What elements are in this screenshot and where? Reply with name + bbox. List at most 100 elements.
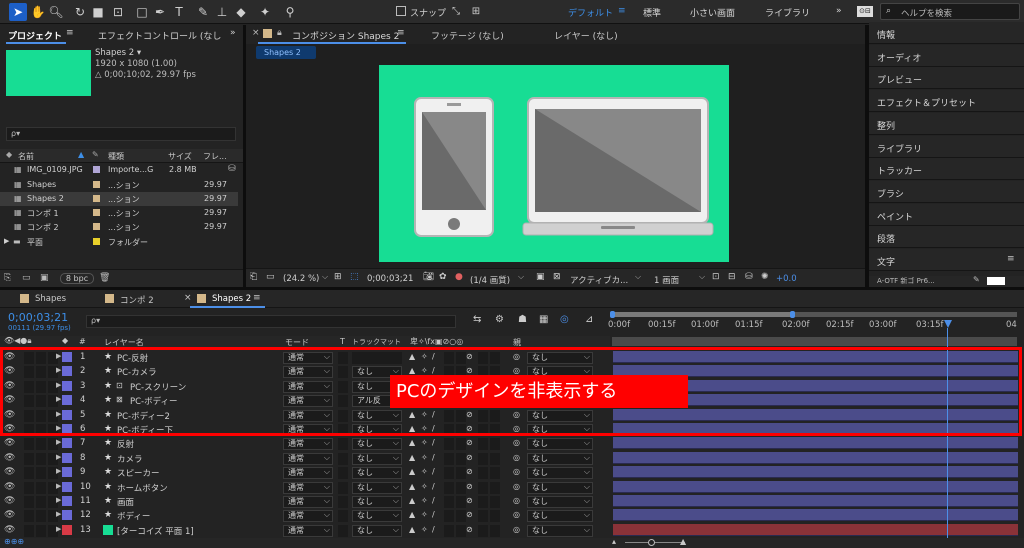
rotate-tool-icon[interactable]: ↻ xyxy=(71,3,89,21)
audio-toggle[interactable] xyxy=(24,496,34,508)
timeline-search-input[interactable]: ρ▾ xyxy=(86,315,456,328)
blend-mode-dropdown[interactable]: 通常 xyxy=(283,452,333,465)
blend-mode-dropdown[interactable]: 通常 xyxy=(283,438,333,451)
workspace-standard[interactable]: 標準 xyxy=(643,6,661,19)
parent-dropdown[interactable]: なし xyxy=(527,467,593,480)
label-color-swatch[interactable] xyxy=(93,181,100,188)
visibility-eye-icon[interactable]: 👁︎ xyxy=(4,453,15,463)
toggle-pixel-aspect-icon[interactable]: ⊡ xyxy=(712,272,720,282)
audio-toggle[interactable] xyxy=(24,467,34,480)
layer-duration-bar[interactable] xyxy=(613,437,1018,450)
parent-pickwhip-icon[interactable]: ◎ xyxy=(513,525,520,534)
layer-label-color[interactable] xyxy=(62,496,72,506)
layer-row[interactable]: 👁︎ ▶ 12 ★ ボディー 通常 なし ▲ ✧ / ⊘ ◎ なし xyxy=(0,508,1024,523)
tab-effect-controls[interactable]: エフェクトコントロール (なし xyxy=(98,29,221,42)
solo-toggle[interactable] xyxy=(36,510,46,523)
3d-switch[interactable] xyxy=(490,481,500,494)
3d-switch[interactable] xyxy=(490,510,500,523)
layer-label-color[interactable] xyxy=(62,467,72,478)
workspace-small-screen[interactable]: 小さい画面 xyxy=(690,6,735,19)
blend-mode-dropdown[interactable]: 通常 xyxy=(283,496,333,508)
navigator-end-handle[interactable] xyxy=(790,311,795,318)
parent-dropdown[interactable]: なし xyxy=(527,452,593,465)
column-name[interactable]: 名前 xyxy=(18,151,34,162)
fill-color-swatch[interactable] xyxy=(987,277,1005,285)
right-panel-item[interactable]: オーディオ xyxy=(869,44,1024,67)
expand-arrow-icon[interactable]: ▶ xyxy=(56,496,61,504)
effects-switch[interactable] xyxy=(444,510,454,523)
graph-editor-icon[interactable]: ⊿ xyxy=(585,314,593,325)
preserve-transparency-toggle[interactable] xyxy=(338,438,348,451)
lock-icon[interactable]: 🔒︎ xyxy=(277,28,282,38)
parent-dropdown[interactable]: なし xyxy=(527,524,593,537)
solo-toggle[interactable] xyxy=(36,496,46,508)
timeline-current-time[interactable]: 0;00;03;21 xyxy=(8,311,68,324)
collapse-switch-icon[interactable]: ✧ xyxy=(421,525,428,534)
layer-duration-bar[interactable] xyxy=(613,495,1018,507)
time-navigator-handle[interactable] xyxy=(612,312,792,317)
comp-mini-flowchart-icon[interactable]: ⇆ xyxy=(473,314,481,325)
shy-switch-icon[interactable]: ▲ xyxy=(409,453,415,462)
effects-switch[interactable] xyxy=(444,438,454,451)
right-panel-item[interactable]: トラッカー xyxy=(869,158,1024,181)
motion-blur-switch-icon[interactable]: ⊘ xyxy=(466,453,473,462)
visibility-eye-icon[interactable]: 👁︎ xyxy=(4,482,15,492)
frame-blend-switch[interactable] xyxy=(456,467,466,480)
visibility-eye-icon[interactable]: 👁︎ xyxy=(4,467,15,477)
quality-switch-icon[interactable]: / xyxy=(432,453,435,462)
snap-options-icon[interactable]: ⤡ xyxy=(447,3,465,21)
collapse-switch-icon[interactable]: ✧ xyxy=(421,467,428,476)
effects-switch[interactable] xyxy=(444,524,454,537)
project-item-row[interactable]: ▦ コンポ 2 ...ション 29.97 xyxy=(0,220,238,234)
track-matte-dropdown[interactable]: なし xyxy=(352,438,402,451)
work-area-bar[interactable] xyxy=(612,337,1017,346)
parent-pickwhip-icon[interactable]: ◎ xyxy=(513,496,520,505)
search-help-toggle-icon[interactable]: ⊙⊟ xyxy=(857,6,873,17)
zoom-tool-icon[interactable]: 🔍︎ xyxy=(47,3,65,21)
snap-checkbox[interactable] xyxy=(396,6,406,16)
workspace-library[interactable]: ライブラリ xyxy=(765,6,810,19)
blend-mode-dropdown[interactable]: 通常 xyxy=(283,510,333,523)
layer-name[interactable]: [ターコイズ 平面 1] xyxy=(117,525,194,537)
label-color-swatch[interactable] xyxy=(93,223,100,230)
parent-dropdown[interactable]: なし xyxy=(527,481,593,494)
shy-switch-icon[interactable]: ▲ xyxy=(409,482,415,491)
right-panel-item[interactable]: ブラシ xyxy=(869,180,1024,203)
quality-switch-icon[interactable]: / xyxy=(432,525,435,534)
solo-toggle[interactable] xyxy=(36,481,46,494)
quality-switch-icon[interactable]: / xyxy=(432,467,435,476)
motion-blur-icon[interactable]: ◎ xyxy=(560,314,569,325)
preserve-transparency-toggle[interactable] xyxy=(338,496,348,508)
visibility-eye-icon[interactable]: 👁︎ xyxy=(4,496,15,506)
resolution-grid-icon[interactable]: ⊞ xyxy=(334,272,342,282)
layer-label-color[interactable] xyxy=(62,452,72,463)
audio-toggle[interactable] xyxy=(24,438,34,451)
playhead-handle[interactable] xyxy=(944,320,952,328)
motion-blur-switch-icon[interactable]: ⊘ xyxy=(466,438,473,447)
layer-duration-bar[interactable] xyxy=(613,480,1018,493)
preserve-transparency-toggle[interactable] xyxy=(338,467,348,480)
audio-toggle[interactable] xyxy=(24,524,34,537)
eraser-tool-icon[interactable]: ◆ xyxy=(232,3,250,21)
collapse-switch-icon[interactable]: ✧ xyxy=(421,482,428,491)
project-item-name[interactable]: Shapes 2 ▾ xyxy=(95,48,141,58)
timeline-zoom-thumb[interactable] xyxy=(648,539,655,546)
3d-switch[interactable] xyxy=(490,524,500,537)
expand-arrow-icon[interactable]: ▶ xyxy=(56,525,61,533)
help-search-input[interactable]: ⌕ ヘルプを検索 xyxy=(880,3,1020,20)
effects-switch[interactable] xyxy=(444,452,454,465)
rectangle-tool-icon[interactable]: □ xyxy=(133,3,151,21)
new-folder-icon[interactable]: ▭ xyxy=(22,273,31,283)
layer-name[interactable]: ボディー xyxy=(117,510,150,522)
column-frame-rate[interactable]: フレ... xyxy=(203,151,227,162)
label-color-swatch[interactable] xyxy=(93,209,100,216)
type-tool-icon[interactable]: T xyxy=(170,3,188,21)
label-color-swatch[interactable] xyxy=(93,166,100,173)
tab-footage[interactable]: フッテージ (なし) xyxy=(431,29,504,42)
3d-switch[interactable] xyxy=(490,438,500,451)
navigator-start-handle[interactable] xyxy=(610,311,615,318)
parent-pickwhip-icon[interactable]: ◎ xyxy=(513,510,520,519)
adjustment-switch[interactable] xyxy=(478,496,488,508)
parent-pickwhip-icon[interactable]: ◎ xyxy=(513,482,520,491)
project-search-input[interactable]: ρ▾ xyxy=(6,127,236,141)
